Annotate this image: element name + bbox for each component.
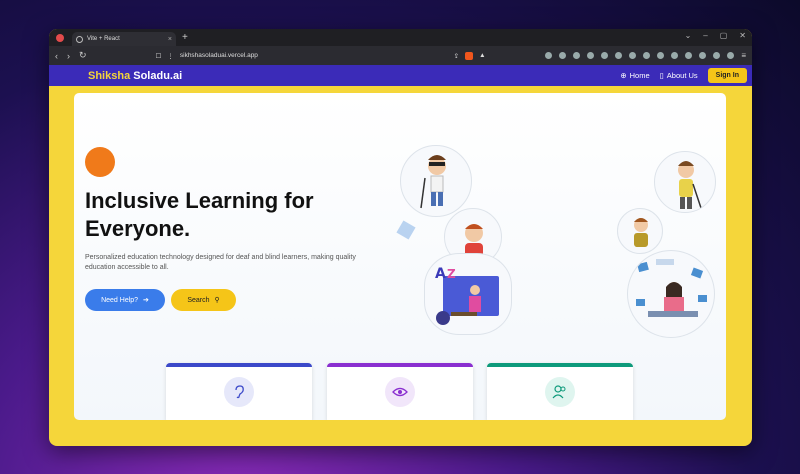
illustration-braille-learner [627,250,715,338]
illustration-kid-green [617,208,663,254]
svg-text:A: A [435,266,446,282]
brave-shield-icon[interactable] [465,51,474,60]
extension-icon[interactable] [685,52,693,59]
feature-card-vision[interactable] [327,363,473,420]
nav-about[interactable]: ▯ About Us [660,71,698,80]
arrow-right-icon: ➔ [143,297,149,304]
bookmark-icon[interactable]: ☐ [156,52,162,60]
decorative-diamond [396,220,416,240]
site-info-icon[interactable]: ⋮ [167,52,174,60]
hero-description: Personalized education technology design… [85,254,356,271]
extension-icon[interactable] [713,52,721,59]
card-accent-bar [166,363,312,367]
feature-card-community[interactable] [487,363,633,420]
search-label: Search [187,296,210,304]
card-accent-bar [327,363,473,367]
card-accent-bar [487,363,633,367]
extension-icon[interactable] [615,52,623,59]
feature-card-hearing[interactable] [166,363,312,420]
share-icon[interactable]: ⇪ [454,52,459,60]
browser-tab[interactable]: Vite + React × [72,32,176,46]
tab-bar: Vite + React × + ⌄ – ▢ ✕ [49,29,752,46]
search-icon: ⚲ [214,297,220,304]
extension-icon[interactable] [629,52,637,59]
illustration-teacher-screen: A Z [424,253,512,335]
hero-panel: Inclusive Learning for Everyone. Persona… [74,93,726,420]
ear-icon [224,377,254,407]
browser-window: Vite + React × + ⌄ – ▢ ✕ ‹ › ↻ ☐ ⋮ sikhs… [49,29,752,446]
extension-icon[interactable] [699,52,707,59]
extension-icon[interactable] [573,52,581,59]
menu-icon[interactable]: ≡ [741,51,746,60]
maximize-icon[interactable]: ▢ [720,31,728,40]
users-icon [545,377,575,407]
rewards-icon[interactable]: ▲ [479,52,485,59]
window-controls: ⌄ – ▢ ✕ [685,31,746,40]
new-tab-icon[interactable]: + [182,32,188,43]
eye-icon [385,377,415,407]
reload-icon[interactable]: ↻ [79,50,87,61]
extension-icon[interactable] [587,52,595,59]
site-logo[interactable]: Shiksha Soladu.ai [88,70,182,82]
illustration-kid-yellow [654,151,716,213]
minimize-icon[interactable]: – [703,31,707,40]
close-window-icon[interactable]: ✕ [739,31,746,40]
globe-icon [76,35,83,43]
illustration-blind-kid [400,145,472,217]
nav-links: ⊕ Home ▯ About Us Sign In [620,68,747,83]
extension-icon[interactable] [727,52,735,59]
hero-title: Inclusive Learning for Everyone. [85,188,314,241]
chevron-down-icon[interactable]: ⌄ [685,31,692,40]
close-tab-icon[interactable]: × [168,36,172,43]
tab-title: Vite + React [87,36,120,42]
svg-text:Z: Z [447,267,456,281]
extension-icon[interactable] [545,52,553,59]
book-icon: ▯ [659,71,664,80]
url-text: sikhshasoladuai.vercel.app [179,52,258,59]
browser-menu-icon[interactable] [56,33,64,42]
logo-accent: Shiksha [88,69,131,82]
need-help-button[interactable]: Need Help? ➔ [85,289,165,311]
extension-icon[interactable] [671,52,679,59]
address-bar[interactable]: ☐ ⋮ sikhshasoladuai.vercel.app ⇪ ▲ [156,49,486,63]
extension-icon[interactable] [657,52,665,59]
nav-about-label: About Us [666,71,698,80]
extension-icon[interactable] [559,52,567,59]
site-navbar: Shiksha Soladu.ai ⊕ Home ▯ About Us Sign… [49,65,752,86]
nav-home[interactable]: ⊕ Home [620,71,649,80]
decorative-orange-dot [85,147,115,177]
globe-icon: ⊕ [620,71,627,80]
logo-main: Soladu.ai [133,69,183,82]
forward-icon[interactable]: › [67,51,70,61]
extensions-bar: ≡ [545,51,746,60]
browser-toolbar: ‹ › ↻ ☐ ⋮ sikhshasoladuai.vercel.app ⇪ ▲ [49,46,752,65]
back-icon[interactable]: ‹ [55,51,58,61]
extension-icon[interactable] [601,52,609,59]
nav-home-label: Home [629,71,650,80]
search-button[interactable]: Search ⚲ [171,289,236,311]
extension-icon[interactable] [643,52,651,59]
signin-button[interactable]: Sign In [707,68,747,83]
need-help-label: Need Help? [101,296,139,304]
